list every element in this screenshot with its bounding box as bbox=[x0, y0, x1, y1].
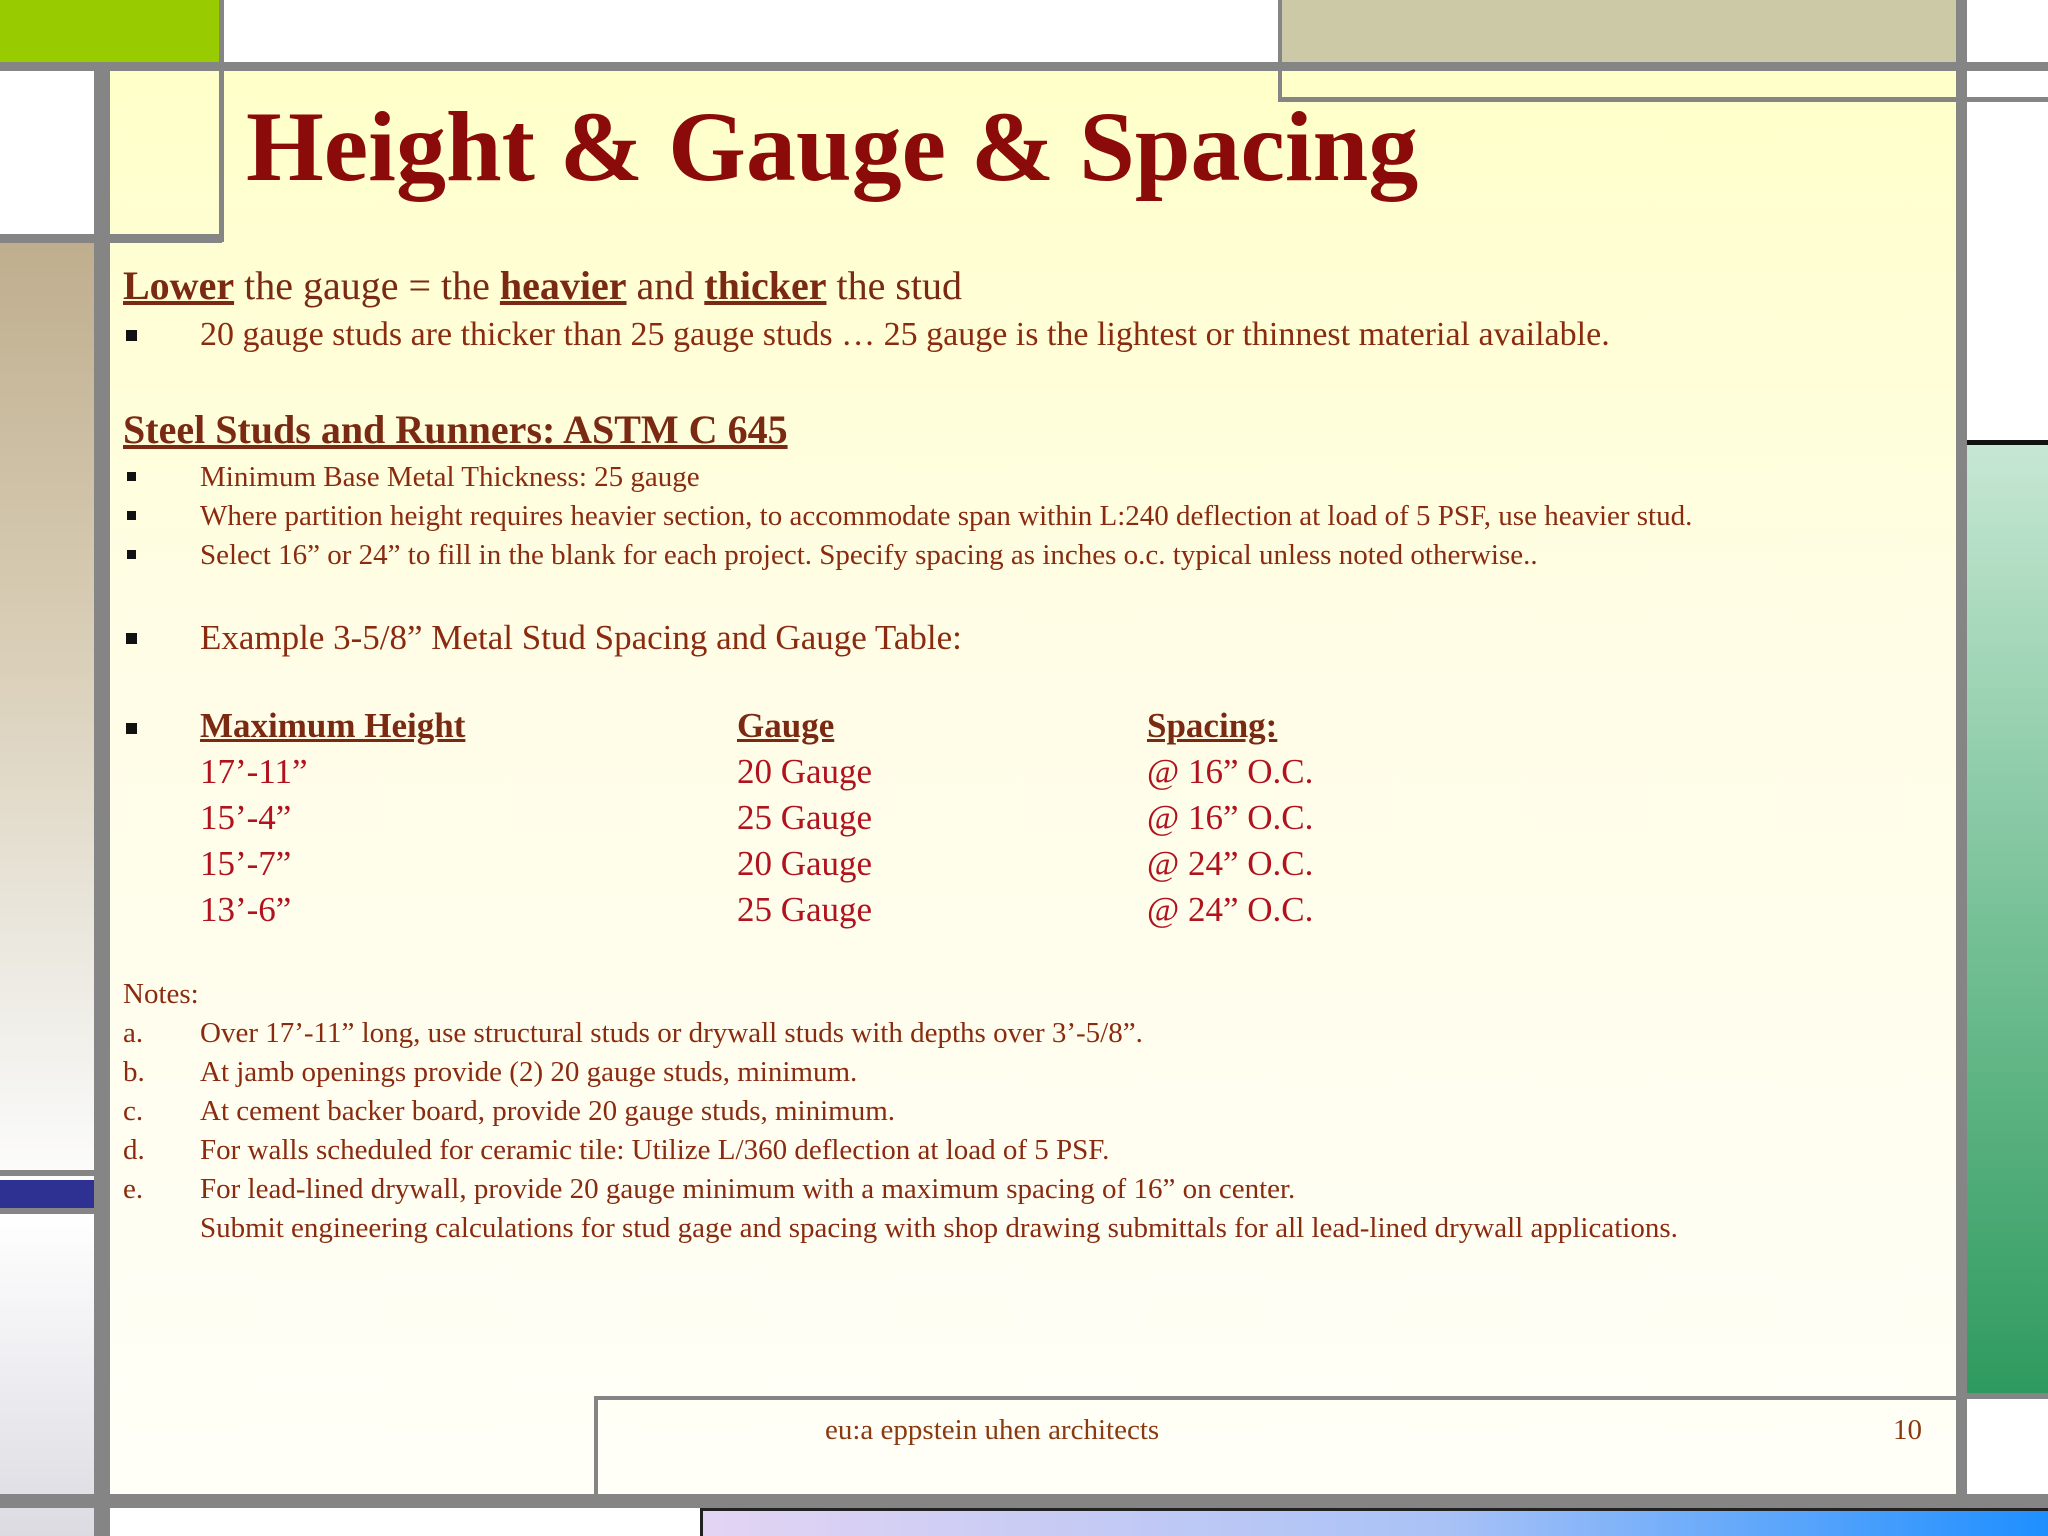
table-cell-gauge: 25 Gauge bbox=[737, 798, 873, 837]
frame-line bbox=[0, 234, 222, 243]
table-cell-height: 17’-11” bbox=[200, 752, 308, 791]
frame-line bbox=[0, 1208, 100, 1214]
note-text: At cement backer board, provide 20 gauge… bbox=[200, 1095, 896, 1127]
table-header-spacing: Spacing: bbox=[1147, 706, 1278, 745]
frame-line bbox=[0, 1494, 2048, 1508]
bullet-icon bbox=[127, 511, 136, 520]
table-cell-gauge: 20 Gauge bbox=[737, 752, 873, 791]
footer-company: eu:a eppstein uhen architects bbox=[825, 1414, 1160, 1446]
intro-line: Lower the gauge = the heavier and thicke… bbox=[123, 262, 962, 309]
frame-line bbox=[1278, 0, 1282, 102]
table-cell-spacing: @ 24” O.C. bbox=[1147, 844, 1314, 883]
table-cell-height: 15’-7” bbox=[200, 844, 292, 883]
frame-line bbox=[94, 62, 110, 1536]
note-marker: d. bbox=[123, 1134, 145, 1166]
note-marker: a. bbox=[123, 1017, 144, 1049]
example-bullet-text: Example 3-5/8” Metal Stud Spacing and Ga… bbox=[200, 618, 962, 657]
intro-word-lower: Lower bbox=[123, 263, 235, 308]
note-marker: b. bbox=[123, 1056, 145, 1088]
left-blue-stripe bbox=[0, 1180, 94, 1210]
section-bullet-text: Minimum Base Metal Thickness: 25 gauge bbox=[200, 461, 700, 493]
right-black-line bbox=[1965, 440, 2048, 445]
intro-text: and bbox=[626, 263, 705, 308]
bullet-icon bbox=[126, 633, 137, 644]
table-cell-gauge: 25 Gauge bbox=[737, 890, 873, 929]
table-cell-gauge: 20 Gauge bbox=[737, 844, 873, 883]
note-text: At jamb openings provide (2) 20 gauge st… bbox=[200, 1056, 858, 1088]
note-marker: e. bbox=[123, 1173, 144, 1205]
frame-line bbox=[0, 1170, 100, 1176]
frame-line bbox=[1960, 1393, 2048, 1399]
bullet-icon bbox=[127, 550, 136, 559]
bullet-icon bbox=[126, 723, 137, 734]
table-cell-spacing: @ 16” O.C. bbox=[1147, 752, 1314, 791]
frame-line bbox=[596, 1396, 1966, 1400]
right-green-panel bbox=[1965, 445, 2048, 1395]
left-side-panel bbox=[0, 240, 94, 1536]
note-text: For lead-lined drywall, provide 20 gauge… bbox=[200, 1173, 1296, 1205]
intro-word-thicker: thicker bbox=[704, 263, 827, 308]
notes-label: Notes: bbox=[123, 978, 199, 1010]
table-header-gauge: Gauge bbox=[737, 706, 835, 745]
section-bullet-text: Select 16” or 24” to fill in the blank f… bbox=[200, 539, 1538, 571]
table-cell-height: 15’-4” bbox=[200, 798, 292, 837]
table-cell-spacing: @ 24” O.C. bbox=[1147, 890, 1314, 929]
intro-word-heavier: heavier bbox=[499, 263, 627, 308]
frame-line bbox=[1956, 0, 1967, 1508]
note-text: Over 17’-11” long, use structural studs … bbox=[200, 1017, 1143, 1049]
bottom-gradient-strip bbox=[700, 1508, 2048, 1536]
table-cell-height: 13’-6” bbox=[200, 890, 292, 929]
intro-text: the gauge = the bbox=[234, 263, 500, 308]
page-number: 10 bbox=[1893, 1414, 1922, 1446]
bullet-icon bbox=[126, 330, 137, 341]
intro-text: the stud bbox=[826, 263, 963, 308]
frame-line bbox=[594, 1396, 598, 1496]
section-bullet-text: Where partition height requires heavier … bbox=[200, 500, 1693, 532]
slide-title: Height & Gauge & Spacing bbox=[246, 91, 1419, 202]
table-cell-spacing: @ 16” O.C. bbox=[1147, 798, 1314, 837]
note-continuation: Submit engineering calculations for stud… bbox=[200, 1212, 1678, 1244]
frame-line bbox=[219, 0, 224, 242]
section-heading: Steel Studs and Runners: ASTM C 645 bbox=[123, 407, 788, 452]
bullet-icon bbox=[127, 472, 136, 481]
table-header-height: Maximum Height bbox=[200, 706, 466, 745]
intro-bullet-text: 20 gauge studs are thicker than 25 gauge… bbox=[200, 316, 1610, 353]
note-marker: c. bbox=[123, 1095, 144, 1127]
top-left-green-block bbox=[0, 0, 220, 64]
frame-line bbox=[0, 62, 2048, 71]
note-text: For walls scheduled for ceramic tile: Ut… bbox=[200, 1134, 1110, 1166]
